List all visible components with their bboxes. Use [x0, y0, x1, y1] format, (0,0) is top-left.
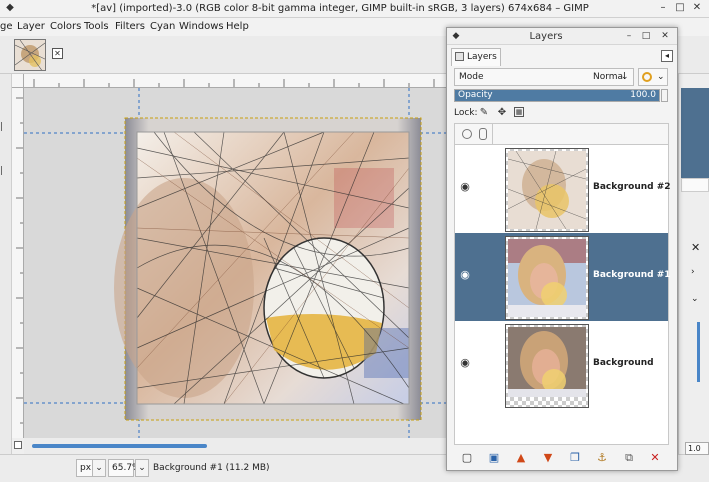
layer-row-background-2[interactable]: ◉ Background #2 — [455, 145, 671, 233]
horizontal-scrollbar-thumb[interactable] — [32, 444, 207, 448]
menu-filters[interactable]: Filters — [115, 21, 145, 32]
opacity-slider[interactable]: Opacity 100.0 — [454, 89, 660, 102]
composite-chevron-down-icon: ⌄ — [657, 72, 665, 82]
layers-dialog: ◆ Layers – □ ✕ Layers ◂ Mode Normal ⌄ ⌄ … — [446, 27, 678, 471]
layers-tab-icon — [455, 52, 464, 61]
status-info: Background #1 (11.2 MB) — [153, 463, 270, 473]
close-icon[interactable]: ✕ — [690, 1, 704, 15]
tab-menu-icon[interactable]: ◂ — [661, 50, 673, 62]
raise-layer-icon[interactable]: ▲ — [513, 450, 529, 466]
eye-icon[interactable]: ◉ — [458, 357, 472, 368]
mode-chevron-down-icon: ⌄ — [621, 72, 629, 82]
anchor-layer-icon[interactable]: ⚓ — [594, 450, 610, 466]
chain-header-icon[interactable] — [479, 128, 487, 140]
layer-name[interactable]: Background #1 — [593, 270, 671, 280]
menu-layer[interactable]: Layer — [17, 21, 45, 32]
layer-thumbnail — [505, 324, 589, 408]
mode-label: Mode — [459, 72, 484, 82]
tab-layers-label: Layers — [467, 52, 497, 62]
layers-toolbar: ▢ ▣ ▲ ▼ ❐ ⚓ ⧉ ✕ — [451, 448, 673, 468]
ruler-corner[interactable] — [12, 74, 24, 88]
menu-colors[interactable]: Colors — [50, 21, 81, 32]
lock-alpha-icon[interactable]: ▦ — [514, 107, 524, 117]
right-dock-selection — [681, 88, 709, 178]
composite-mode-icon — [642, 72, 652, 82]
image-canvas[interactable] — [24, 88, 454, 438]
merge-layer-icon[interactable]: ⧉ — [621, 450, 637, 466]
lock-position-icon[interactable]: ✥ — [496, 107, 508, 119]
delete-layer-icon[interactable]: ✕ — [647, 450, 663, 466]
right-dock-chevron-down-icon[interactable]: ⌄ — [691, 294, 699, 304]
tab-layers[interactable]: Layers — [451, 48, 501, 66]
right-dock-edge: ✕ › ⌄ 1.0 — [678, 74, 709, 455]
layer-row-background[interactable]: ◉ Background — [455, 321, 668, 409]
dialog-minimize-icon[interactable]: – — [623, 30, 635, 42]
mode-select[interactable]: Mode Normal ⌄ — [454, 68, 634, 86]
toolbox-edge: | | — [0, 74, 12, 454]
opacity-value: 100.0 — [630, 90, 656, 100]
window-titlebar: ◆ *[av] (imported)-3.0 (RGB color 8-bit … — [0, 0, 709, 18]
right-dock-scroll-thumb[interactable] — [697, 322, 700, 382]
opacity-spinner[interactable] — [661, 89, 668, 102]
layers-dialog-titlebar[interactable]: ◆ Layers – □ ✕ — [447, 28, 677, 45]
minimize-icon[interactable]: – — [656, 1, 670, 15]
new-layer-group-icon[interactable]: ▣ — [486, 450, 502, 466]
layer-list-header — [454, 123, 669, 145]
menu-windows[interactable]: Windows — [179, 21, 224, 32]
layer-name[interactable]: Background — [593, 358, 654, 368]
right-dock-chevron-icon[interactable]: › — [691, 267, 695, 277]
layer-row-background-1[interactable]: ◉ Background #1 — [455, 233, 671, 321]
new-layer-icon[interactable]: ▢ — [459, 450, 475, 466]
layer-thumbnail — [505, 236, 589, 320]
layer-name[interactable]: Background #2 — [593, 182, 671, 192]
lower-layer-icon[interactable]: ▼ — [540, 450, 556, 466]
right-dock-value-field[interactable]: 1.0 — [685, 442, 709, 455]
window-title: *[av] (imported)-3.0 (RGB color 8-bit ga… — [91, 3, 589, 14]
opacity-row: Opacity 100.0 — [454, 89, 668, 102]
opacity-label: Opacity — [458, 90, 493, 100]
menu-cyan[interactable]: Cyan — [150, 21, 175, 32]
eye-icon[interactable]: ◉ — [458, 269, 472, 280]
image-tab-thumbnail[interactable] — [14, 39, 46, 71]
menu-help[interactable]: Help — [226, 21, 249, 32]
mode-row: Mode Normal ⌄ ⌄ — [454, 68, 674, 86]
vertical-ruler-ticks — [16, 97, 23, 424]
horizontal-ruler-ticks — [33, 79, 435, 87]
lock-pixels-icon[interactable]: ✎ — [478, 107, 490, 119]
menu-image[interactable]: ge — [0, 21, 13, 32]
zoom-field[interactable]: 65.7% — [108, 459, 141, 477]
horizontal-ruler[interactable] — [24, 74, 454, 88]
image-tab-close-icon[interactable]: ✕ — [52, 48, 63, 59]
dialog-close-icon[interactable]: ✕ — [659, 30, 671, 42]
composite-mode-button[interactable]: ⌄ — [638, 68, 668, 86]
layer-thumbnail — [505, 148, 589, 232]
horizontal-scrollbar[interactable] — [24, 438, 454, 454]
menu-tools[interactable]: Tools — [84, 21, 109, 32]
visibility-header-icon[interactable] — [462, 129, 472, 139]
vertical-ruler[interactable] — [12, 88, 24, 438]
layer-list: ◉ Background #2 ◉ Background #1 ◉ Backgr… — [454, 145, 671, 445]
eye-icon[interactable]: ◉ — [458, 181, 472, 192]
lock-row: Lock: ✎ ✥ ▦ — [454, 105, 674, 123]
unit-chevron-down-icon[interactable]: ⌄ — [92, 459, 106, 477]
zoom-chevron-down-icon[interactable]: ⌄ — [135, 459, 149, 477]
lock-label: Lock: — [454, 108, 478, 118]
layers-dialog-title: Layers — [529, 31, 563, 42]
dialog-maximize-icon[interactable]: □ — [640, 30, 652, 42]
quick-mask-toggle[interactable] — [14, 441, 22, 449]
duplicate-layer-icon[interactable]: ❐ — [567, 450, 583, 466]
maximize-icon[interactable]: □ — [673, 1, 687, 15]
right-dock-close-icon[interactable]: ✕ — [691, 241, 700, 254]
